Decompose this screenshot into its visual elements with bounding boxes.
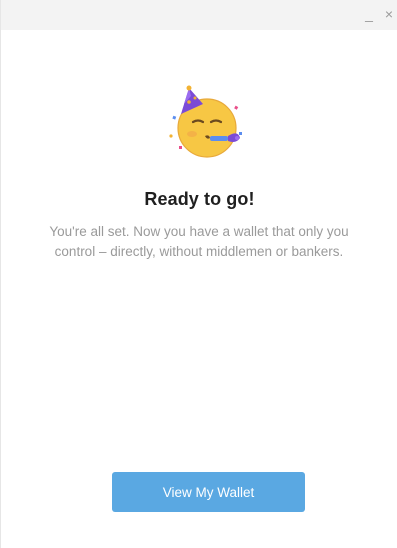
minimize-button[interactable]: _	[361, 6, 377, 22]
app-window: _ × Ready to go! You're all set. Now you…	[0, 0, 397, 548]
description-text: You're all set. Now you have a wallet th…	[49, 224, 349, 259]
title-bar: _ ×	[1, 0, 397, 30]
view-my-wallet-button[interactable]: View My Wallet	[112, 472, 305, 512]
party-face-icon	[165, 84, 249, 164]
page-title: Ready to go!	[144, 189, 255, 209]
close-button[interactable]: ×	[381, 6, 397, 22]
